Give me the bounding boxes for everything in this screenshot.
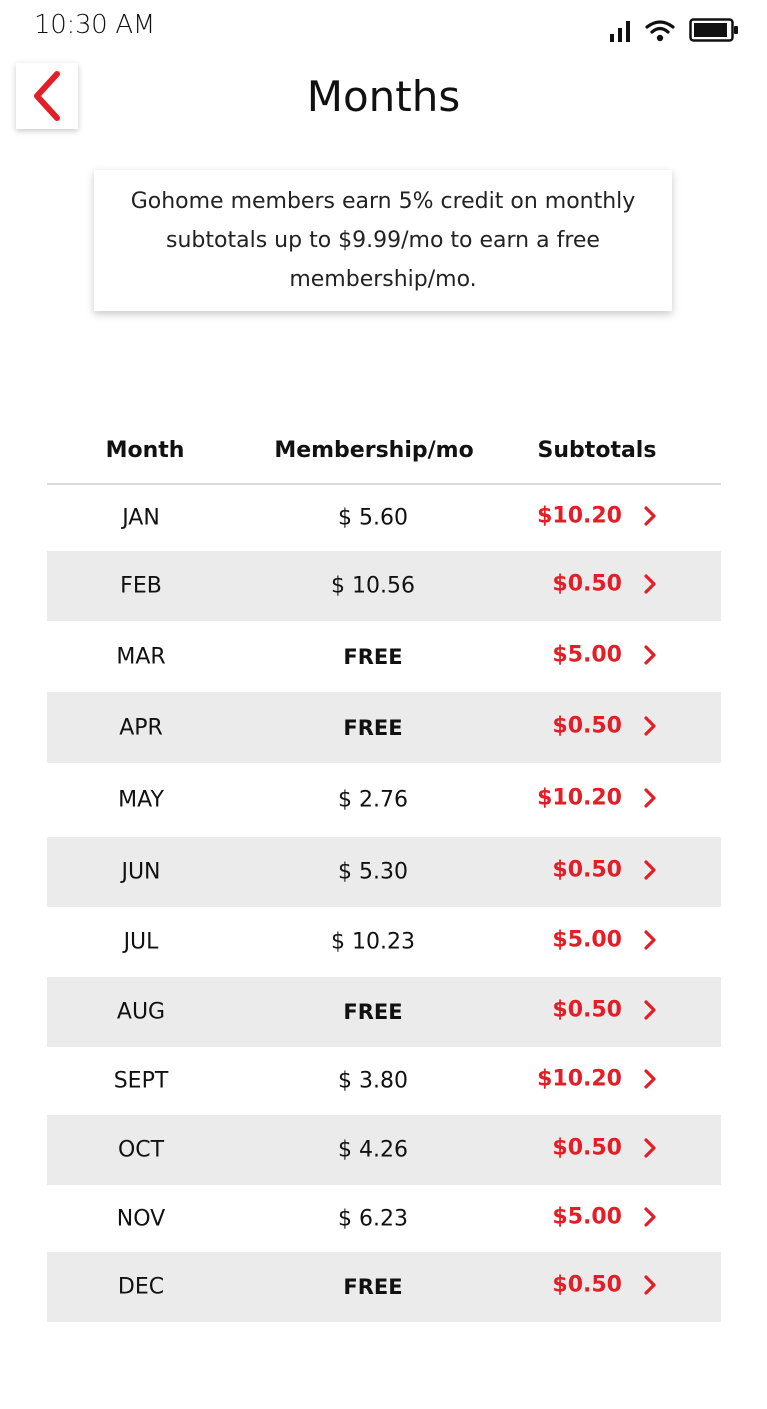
table-row[interactable]: NOV $ 6.23 $5.00 bbox=[47, 1185, 721, 1252]
chevron-right-icon[interactable] bbox=[642, 999, 658, 1021]
membership-cell: $ 10.23 bbox=[331, 929, 415, 955]
subtotal-cell: $0.50 bbox=[552, 857, 622, 883]
chevron-right-icon[interactable] bbox=[642, 644, 658, 666]
chevron-right-icon[interactable] bbox=[642, 505, 658, 527]
subtotal-cell: $0.50 bbox=[552, 997, 622, 1023]
subtotal-cell: $5.00 bbox=[552, 642, 622, 667]
chevron-right-icon[interactable] bbox=[642, 787, 658, 809]
chevron-right-icon[interactable] bbox=[642, 1274, 658, 1296]
table-row[interactable]: MAY $ 2.76 $10.20 bbox=[47, 763, 721, 837]
month-cell: JUN bbox=[121, 859, 161, 885]
table-row[interactable]: JAN $ 5.60 $10.20 bbox=[47, 485, 721, 551]
membership-cell: FREE bbox=[343, 1000, 403, 1024]
membership-cell: $ 4.26 bbox=[338, 1137, 408, 1163]
subtotal-cell: $10.20 bbox=[537, 1066, 622, 1092]
chevron-right-icon[interactable] bbox=[642, 715, 658, 737]
wifi-icon bbox=[645, 20, 675, 42]
chevron-right-icon[interactable] bbox=[642, 1206, 658, 1228]
status-time: 10:30 AM bbox=[34, 10, 156, 40]
membership-cell: FREE bbox=[343, 1275, 403, 1299]
table-row[interactable]: DEC FREE $0.50 bbox=[47, 1252, 721, 1322]
month-cell: MAY bbox=[118, 787, 164, 813]
battery-icon bbox=[689, 18, 738, 42]
subtotal-cell: $10.20 bbox=[537, 785, 622, 811]
subtotal-cell: $0.50 bbox=[552, 571, 622, 597]
chevron-right-icon[interactable] bbox=[642, 859, 658, 881]
table-row[interactable]: MAR FREE $5.00 bbox=[47, 621, 721, 692]
column-header-month: Month bbox=[105, 438, 185, 463]
table-row[interactable]: FEB $ 10.56 $0.50 bbox=[47, 551, 721, 621]
table-row[interactable]: APR FREE $0.50 bbox=[47, 692, 721, 763]
table-row[interactable]: AUG FREE $0.50 bbox=[47, 977, 721, 1047]
table-row[interactable]: JUL $ 10.23 $5.00 bbox=[47, 907, 721, 977]
info-card: Gohome members earn 5% credit on monthly… bbox=[94, 170, 672, 311]
subtotal-cell: $5.00 bbox=[552, 1204, 622, 1229]
month-cell: JUL bbox=[123, 929, 159, 955]
subtotal-cell: $10.20 bbox=[537, 503, 622, 529]
subtotal-cell: $0.50 bbox=[552, 713, 622, 738]
subtotal-cell: $0.50 bbox=[552, 1272, 622, 1298]
month-cell: APR bbox=[119, 715, 163, 740]
table-row[interactable]: OCT $ 4.26 $0.50 bbox=[47, 1115, 721, 1185]
chevron-right-icon[interactable] bbox=[642, 573, 658, 595]
membership-cell: $ 2.76 bbox=[338, 787, 408, 813]
month-cell: SEPT bbox=[113, 1068, 169, 1094]
month-cell: DEC bbox=[117, 1274, 165, 1300]
subtotal-cell: $0.50 bbox=[552, 1135, 622, 1161]
month-cell: NOV bbox=[116, 1206, 166, 1231]
status-icons bbox=[609, 17, 739, 43]
membership-cell: FREE bbox=[343, 644, 403, 669]
page-title: Months bbox=[306, 72, 461, 121]
month-cell: FEB bbox=[120, 573, 162, 599]
chevron-right-icon[interactable] bbox=[642, 929, 658, 951]
column-header-membership: Membership/mo bbox=[274, 438, 474, 463]
membership-cell: $ 6.23 bbox=[338, 1206, 408, 1231]
month-cell: OCT bbox=[117, 1137, 165, 1163]
chevron-right-icon[interactable] bbox=[642, 1137, 658, 1159]
membership-cell: FREE bbox=[343, 715, 403, 740]
membership-cell: $ 3.80 bbox=[338, 1068, 408, 1094]
membership-cell: $ 10.56 bbox=[331, 573, 415, 599]
table-row[interactable]: SEPT $ 3.80 $10.20 bbox=[47, 1047, 721, 1115]
chevron-right-icon[interactable] bbox=[642, 1068, 658, 1090]
month-cell: MAR bbox=[116, 644, 166, 669]
membership-cell: $ 5.60 bbox=[338, 505, 408, 531]
info-text: Gohome members earn 5% credit on monthly… bbox=[130, 189, 636, 292]
table-row[interactable]: JUN $ 5.30 $0.50 bbox=[47, 837, 721, 907]
status-bar: 10:30 AM bbox=[0, 0, 767, 56]
month-cell: AUG bbox=[116, 999, 166, 1025]
month-cell: JAN bbox=[122, 505, 160, 531]
signal-icon bbox=[610, 21, 630, 42]
membership-cell: $ 5.30 bbox=[338, 859, 408, 885]
subtotal-cell: $5.00 bbox=[552, 927, 622, 953]
table-header: Month Membership/mo Subtotals bbox=[47, 422, 721, 485]
column-header-subtotals: Subtotals bbox=[537, 438, 657, 463]
